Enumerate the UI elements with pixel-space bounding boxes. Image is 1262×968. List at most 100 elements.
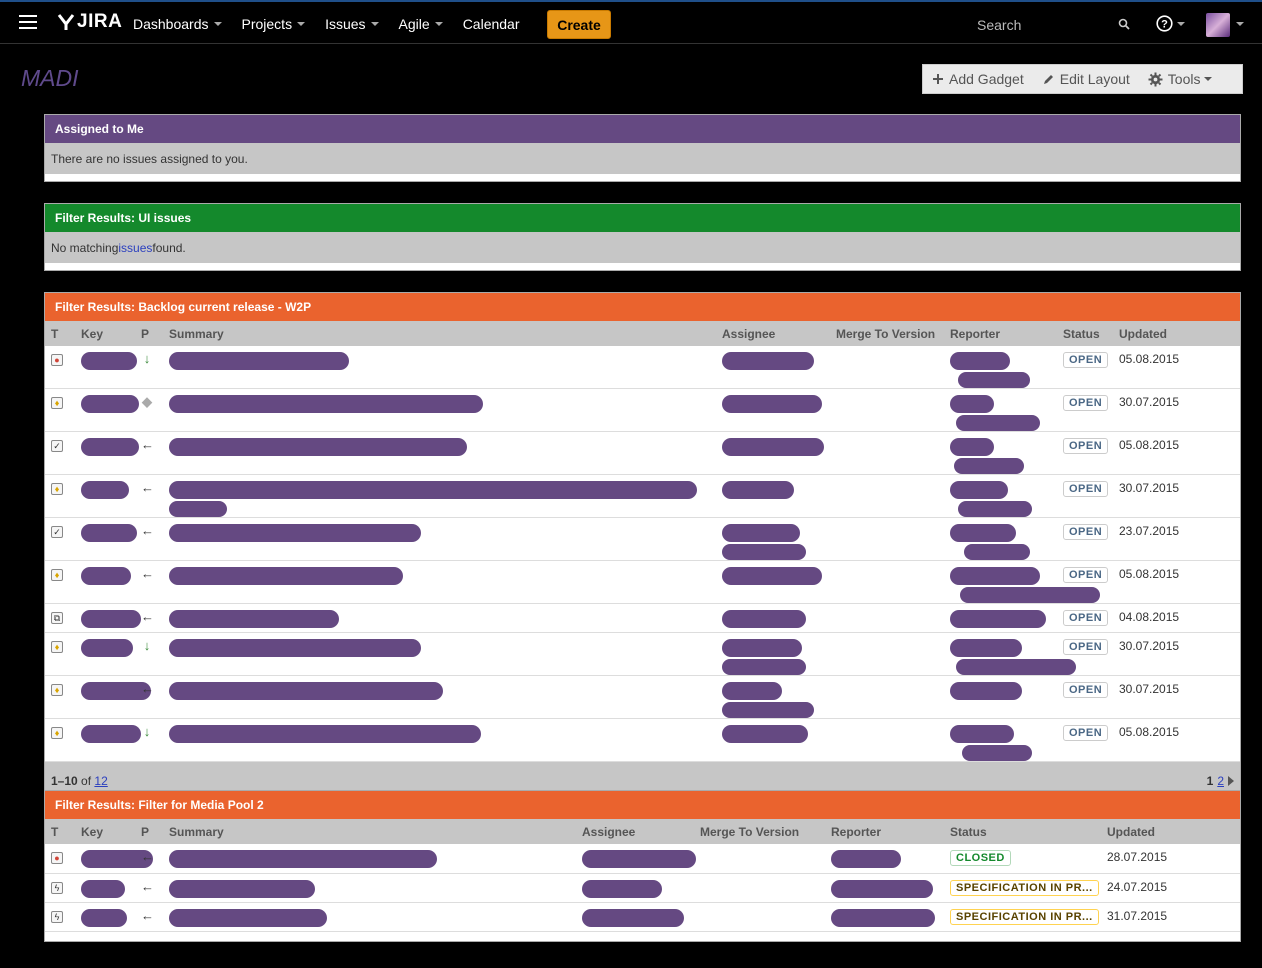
- redacted-assignee: [722, 544, 806, 560]
- column-header-summary[interactable]: Summary: [163, 819, 576, 844]
- task-icon: ✓: [51, 526, 63, 538]
- gadget-title[interactable]: Filter Results: Filter for Media Pool 2: [45, 791, 1240, 819]
- updated-date: 05.08.2015: [1113, 718, 1240, 762]
- column-header-priority[interactable]: P: [135, 819, 163, 844]
- column-header-key[interactable]: Key: [75, 819, 135, 844]
- table-row[interactable]: ϟ ← SPECIFICATION IN PR... 31.07.2015: [45, 902, 1240, 932]
- column-header-reporter[interactable]: Reporter: [825, 819, 944, 844]
- jira-logo[interactable]: JIRA: [56, 11, 122, 33]
- redacted-summary[interactable]: [169, 725, 481, 743]
- redacted-key[interactable]: [81, 639, 133, 657]
- table-row[interactable]: ♦ ↓ OPEN 30.07.2015: [45, 632, 1240, 676]
- redacted-reporter: [950, 682, 1022, 700]
- table-row[interactable]: ♦ ← OPEN 30.07.2015: [45, 474, 1240, 518]
- redacted-summary[interactable]: [169, 438, 467, 456]
- gadget-title[interactable]: Filter Results: Backlog current release …: [45, 293, 1240, 321]
- search-icon[interactable]: [1118, 18, 1130, 30]
- redacted-summary[interactable]: [169, 639, 421, 657]
- column-header-key[interactable]: Key: [75, 321, 135, 346]
- user-avatar[interactable]: [1206, 13, 1230, 37]
- search-box: [968, 11, 1140, 38]
- redacted-key[interactable]: [81, 438, 139, 456]
- updated-date: 05.08.2015: [1113, 431, 1240, 475]
- column-header-status[interactable]: Status: [1057, 321, 1113, 346]
- redacted-key[interactable]: [81, 524, 137, 542]
- table-row[interactable]: ϟ ← SPECIFICATION IN PR... 24.07.2015: [45, 873, 1240, 903]
- updated-date: 28.07.2015: [1101, 844, 1240, 874]
- app-switcher-menu-icon[interactable]: [19, 15, 37, 31]
- add-gadget-button[interactable]: Add Gadget: [923, 65, 1033, 93]
- redacted-summary[interactable]: [169, 395, 483, 413]
- page-link-2[interactable]: 2: [1217, 774, 1224, 788]
- nav-projects[interactable]: Projects: [242, 16, 306, 32]
- total-results-link[interactable]: 12: [94, 774, 107, 788]
- table-row[interactable]: ♦ ↓ OPEN 05.08.2015: [45, 718, 1240, 762]
- redacted-key[interactable]: [81, 352, 137, 370]
- redacted-key[interactable]: [81, 567, 131, 585]
- redacted-summary[interactable]: [169, 682, 443, 700]
- nav-calendar[interactable]: Calendar: [463, 16, 520, 32]
- column-header-status[interactable]: Status: [944, 819, 1101, 844]
- table-row[interactable]: ✓ ← OPEN 05.08.2015: [45, 431, 1240, 475]
- redacted-key[interactable]: [81, 481, 129, 499]
- column-header-assignee[interactable]: Assignee: [716, 321, 830, 346]
- redacted-summary[interactable]: [169, 879, 315, 898]
- gadget-title[interactable]: Assigned to Me: [45, 115, 1240, 143]
- column-header-assignee[interactable]: Assignee: [576, 819, 694, 844]
- redacted-summary[interactable]: [169, 908, 327, 927]
- table-row[interactable]: ♦ ← OPEN 05.08.2015: [45, 560, 1240, 604]
- redacted-summary[interactable]: [169, 850, 437, 868]
- search-input[interactable]: [968, 11, 1140, 38]
- table-row[interactable]: ♦ ← OPEN 30.07.2015: [45, 675, 1240, 719]
- chevron-down-icon[interactable]: [1236, 22, 1244, 26]
- redacted-reporter: [950, 610, 1046, 628]
- column-header-priority[interactable]: P: [135, 321, 163, 346]
- column-header-summary[interactable]: Summary: [163, 321, 716, 346]
- table-row[interactable]: ● ↓ OPEN 05.08.2015: [45, 346, 1240, 389]
- redacted-reporter: [964, 544, 1030, 560]
- redacted-summary[interactable]: [169, 481, 697, 499]
- help-menu[interactable]: ?: [1156, 15, 1185, 32]
- nav-agile[interactable]: Agile: [399, 16, 443, 32]
- table-row[interactable]: ● ← CLOSED 28.07.2015: [45, 844, 1240, 874]
- column-header-type[interactable]: T: [45, 819, 75, 844]
- redacted-key[interactable]: [81, 879, 125, 898]
- redacted-summary[interactable]: [169, 352, 349, 370]
- redacted-key[interactable]: [81, 908, 127, 927]
- create-button[interactable]: Create: [547, 10, 611, 39]
- merge-to-version-cell: [830, 560, 944, 604]
- column-header-merge-to-version[interactable]: Merge To Version: [694, 819, 825, 844]
- column-header-reporter[interactable]: Reporter: [944, 321, 1057, 346]
- redacted-key[interactable]: [81, 610, 141, 628]
- tools-button[interactable]: Tools: [1139, 65, 1222, 93]
- nav-dashboards[interactable]: Dashboards: [133, 16, 222, 32]
- nav-issues[interactable]: Issues: [325, 16, 379, 32]
- table-row[interactable]: ♦ ◆ OPEN 30.07.2015: [45, 388, 1240, 432]
- table-row[interactable]: ✓ ← OPEN 23.07.2015: [45, 517, 1240, 561]
- table-row[interactable]: ⧉ ← OPEN 04.08.2015: [45, 603, 1240, 633]
- column-header-merge-to-version[interactable]: Merge To Version: [830, 321, 944, 346]
- column-header-updated[interactable]: Updated: [1113, 321, 1240, 346]
- next-page-icon[interactable]: [1228, 776, 1234, 786]
- gadget-message: There are no issues assigned to you.: [45, 143, 1240, 174]
- redacted-summary[interactable]: [169, 610, 339, 628]
- dashboard-toolbar: Add Gadget Edit Layout Tools: [922, 64, 1243, 94]
- issues-link[interactable]: issues: [118, 241, 152, 255]
- redacted-key[interactable]: [81, 725, 141, 743]
- redacted-summary[interactable]: [169, 524, 421, 542]
- edit-layout-button[interactable]: Edit Layout: [1033, 65, 1139, 93]
- table-header-row: T Key P Summary Assignee Merge To Versio…: [45, 321, 1240, 346]
- updated-date: 04.08.2015: [1113, 603, 1240, 633]
- priority-minor-icon: ←: [141, 523, 154, 538]
- column-header-type[interactable]: T: [45, 321, 75, 346]
- gadget-title[interactable]: Filter Results: UI issues: [45, 204, 1240, 232]
- status-badge: OPEN: [1063, 352, 1109, 368]
- column-header-updated[interactable]: Updated: [1101, 819, 1240, 844]
- redacted-key[interactable]: [81, 395, 139, 413]
- improvement-icon: ♦: [51, 397, 63, 409]
- jira-logo-icon: [57, 14, 75, 30]
- redacted-summary[interactable]: [169, 567, 403, 585]
- help-icon: ?: [1156, 15, 1173, 32]
- updated-date: 30.07.2015: [1113, 632, 1240, 676]
- priority-minor-icon: ←: [141, 907, 154, 923]
